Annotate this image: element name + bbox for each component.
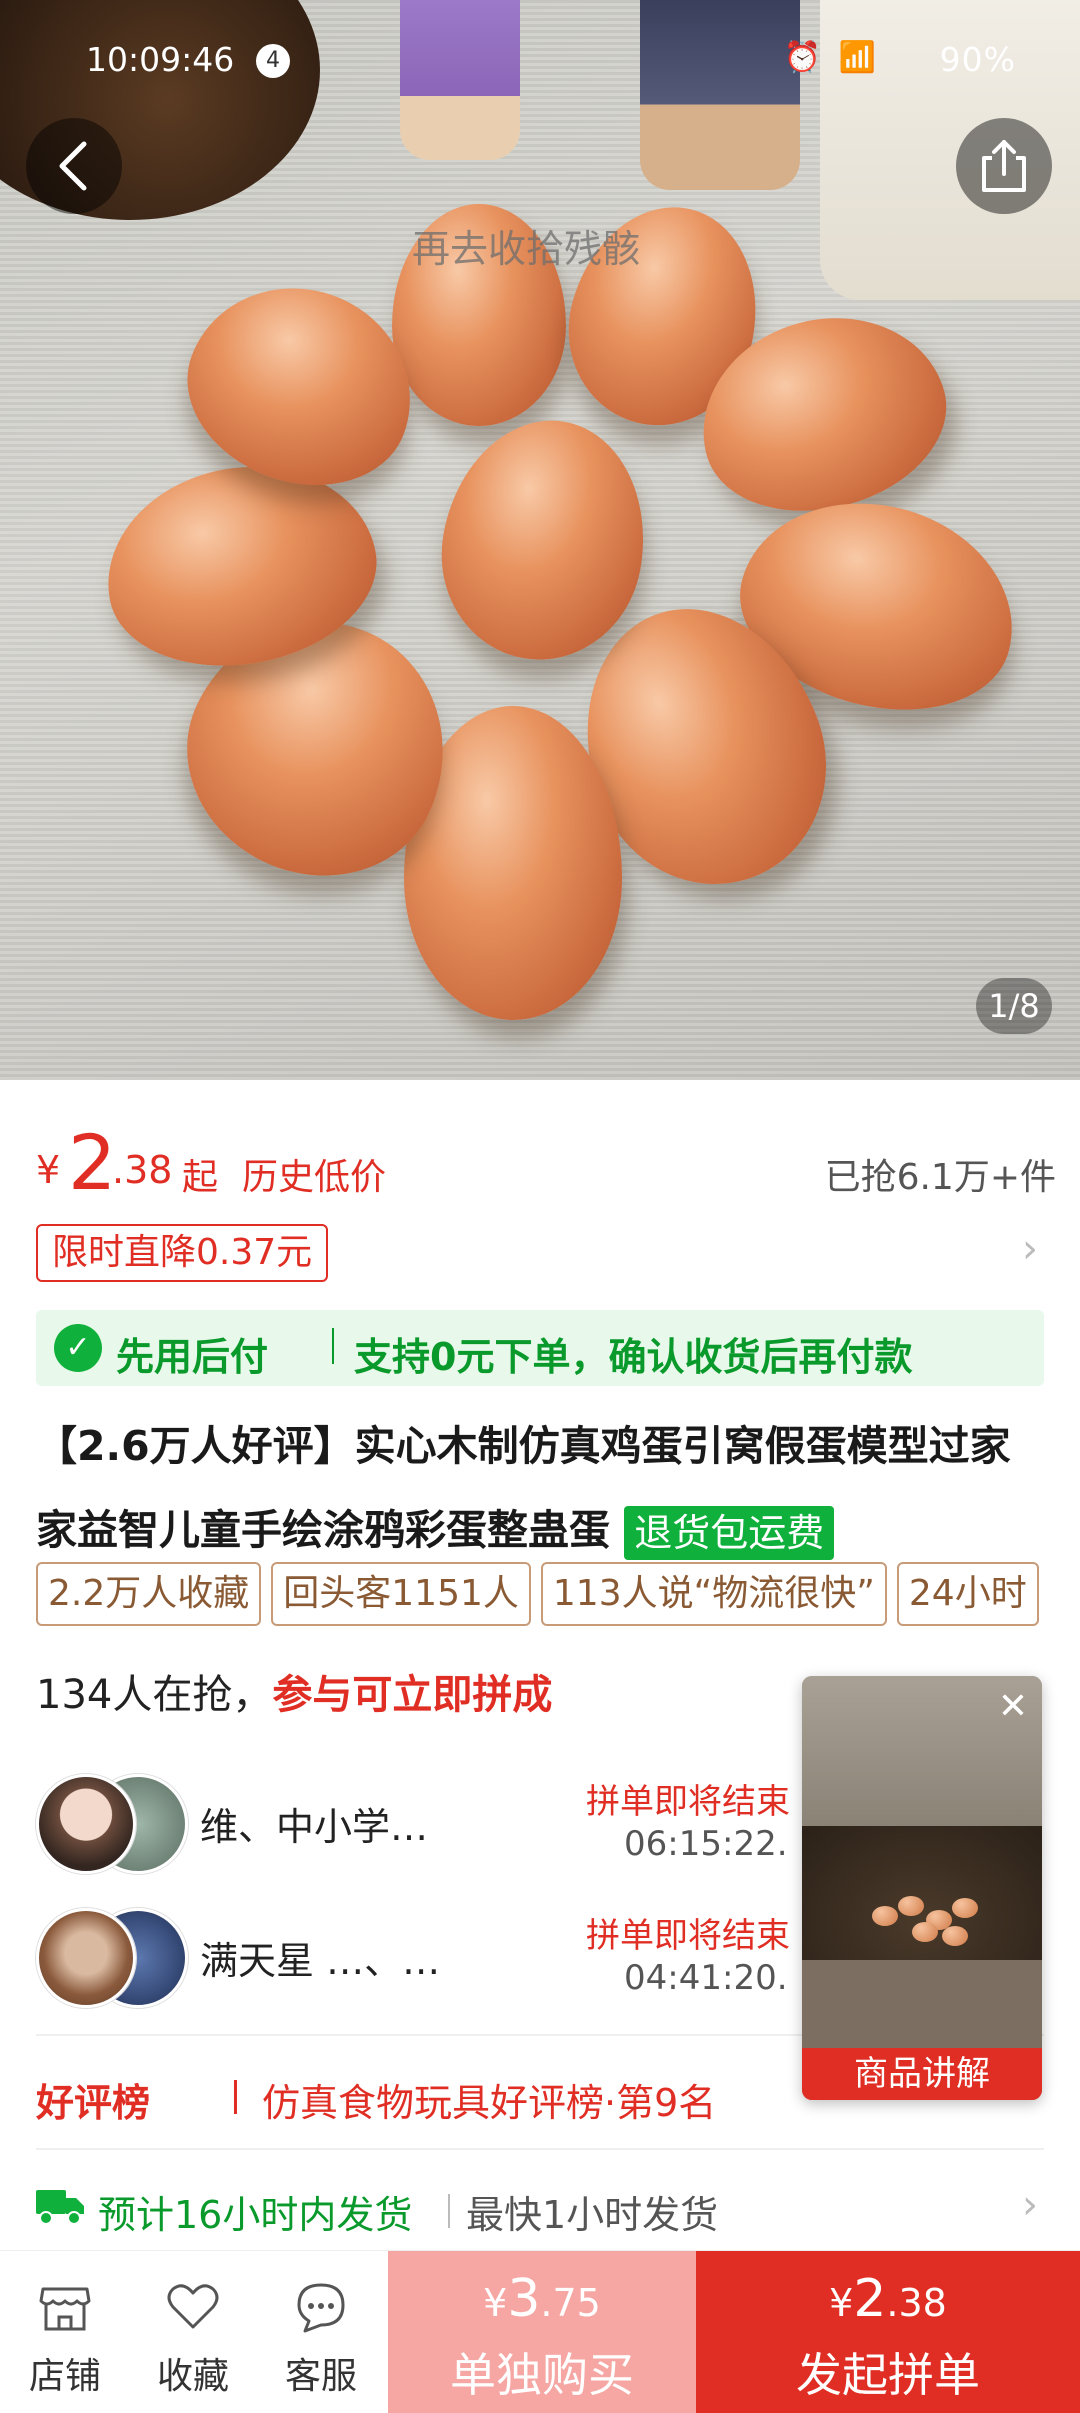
truck-icon: [36, 2190, 84, 2225]
product-title-text: 【2.6万人好评】实心木制仿真鸡蛋引窝假蛋模型过家家益智儿童手绘涂鸦彩蛋整蛊蛋: [36, 1422, 1011, 1554]
signal-icons: ⏰ 📶: [783, 40, 880, 75]
egg: [898, 1896, 924, 1916]
bottom-action-bar: 店铺 收藏 客服 ¥3.75 单独购买 ¥2.38 发起拼单: [0, 2250, 1080, 2413]
video-frame: [802, 1960, 1042, 2054]
price-currency: ¥: [36, 1148, 61, 1192]
tag-fast-shipping[interactable]: 113人说“物流很快”: [540, 1562, 887, 1626]
divider: [448, 2194, 450, 2228]
pay-later-banner[interactable]: ✓ 先用后付 支持0元下单，确认收货后再付款: [36, 1310, 1044, 1386]
favorite-button[interactable]: 收藏: [128, 2251, 258, 2413]
start-group-buy-label: 发起拼单: [796, 2348, 980, 2402]
chevron-right-icon[interactable]: ›: [1022, 2182, 1038, 2228]
return-shipping-badge: 退货包运费: [624, 1506, 835, 1560]
product-video-popup[interactable]: ✕ 商品讲解: [802, 1676, 1042, 2100]
group-status: 拼单即将结束: [586, 1782, 790, 1822]
store-label: 店铺: [28, 2356, 101, 2397]
product-image-carousel[interactable]: 再去收拾残骸 10:09:46 4 ⏰ 📶 90% 1/8: [0, 0, 1080, 1080]
group-buy-count: 134人在抢，: [36, 1672, 273, 1718]
shipping-estimate: 预计16小时内发货: [98, 2193, 413, 2237]
divider: [36, 2148, 1044, 2150]
divider: [234, 2080, 237, 2114]
shipping-row[interactable]: 预计16小时内发货 最快1小时发货: [36, 2180, 1046, 2237]
group-leader-name: 满天星 …、…: [200, 1939, 441, 1983]
heart-icon: [167, 2284, 219, 2329]
egg: [872, 1906, 898, 1926]
price-integer: 2: [68, 1118, 117, 1207]
currency-symbol: ¥: [829, 2281, 854, 2325]
image-watermark: 再去收拾残骸: [412, 227, 641, 271]
start-group-buy-button[interactable]: ¥2.38 发起拼单: [696, 2251, 1080, 2413]
avatar: [36, 1774, 136, 1874]
currency-symbol: ¥: [483, 2281, 508, 2325]
avatar: [36, 1908, 136, 2008]
store-button[interactable]: 店铺: [0, 2251, 130, 2413]
group-timer: 04:41:20.: [624, 1958, 788, 1998]
egg: [912, 1922, 938, 1942]
price-decimal: .38: [886, 2281, 947, 2325]
share-button[interactable]: [956, 118, 1052, 214]
tag-24h[interactable]: 24小时: [896, 1562, 1039, 1626]
group-buy-cta: 参与可立即拼成: [272, 1672, 553, 1718]
buy-alone-price: ¥3.75: [388, 2269, 696, 2329]
shipping-fastest: 最快1小时发货: [466, 2193, 719, 2237]
chevron-right-icon[interactable]: ›: [1022, 1226, 1038, 1272]
price-integer: 2: [853, 2269, 887, 2329]
notification-badge: 4: [256, 44, 290, 78]
buy-alone-button[interactable]: ¥3.75 单独购买: [388, 2251, 696, 2413]
group-timer: 06:15:22.: [624, 1824, 788, 1864]
group-buy-price: ¥2.38: [696, 2269, 1080, 2329]
chat-icon: [297, 2283, 345, 2333]
product-title: 【2.6万人好评】实心木制仿真鸡蛋引窝假蛋模型过家家益智儿童手绘涂鸦彩蛋整蛊蛋 …: [36, 1404, 1046, 1572]
share-icon: [982, 140, 1026, 192]
background-doll: [640, 0, 800, 190]
battery-level: 90%: [939, 40, 1016, 79]
tag-favorites[interactable]: 2.2万人收藏: [36, 1562, 262, 1626]
group-buy-header: 134人在抢，参与可立即拼成: [36, 1662, 552, 1720]
back-button[interactable]: [26, 118, 122, 214]
pay-later-label: 先用后付: [116, 1335, 269, 1379]
sold-count: 已抢6.1万+件: [824, 1157, 1056, 1198]
price-decimal: .38: [112, 1148, 173, 1192]
price-integer: 3: [507, 2269, 541, 2329]
history-low-label: 历史低价: [242, 1157, 387, 1198]
flash-sale-badge[interactable]: 限时直降0.37元: [36, 1224, 329, 1282]
tag-list: 2.2万人收藏 回头客1151人 113人说“物流很快” 24小时: [36, 1562, 1080, 1626]
pay-later-desc: 支持0元下单，确认收货后再付款: [354, 1335, 913, 1379]
pay-later-icon: ✓: [54, 1324, 102, 1372]
egg: [952, 1898, 978, 1918]
customer-service-button[interactable]: 客服: [256, 2251, 386, 2413]
price-suffix: 起: [182, 1157, 219, 1198]
image-counter: 1/8: [976, 978, 1052, 1034]
ranking-text: 仿真食物玩具好评榜·第9名: [262, 2081, 717, 2125]
customer-service-label: 客服: [284, 2356, 357, 2397]
video-caption: 商品讲解: [802, 2048, 1042, 2100]
status-time: 10:09:46: [86, 40, 235, 79]
favorite-label: 收藏: [156, 2356, 229, 2397]
divider: [332, 1328, 334, 1364]
buy-alone-label: 单独购买: [450, 2348, 634, 2402]
store-icon: [39, 2287, 91, 2331]
tag-repeat-customers[interactable]: 回头客1151人: [271, 1562, 531, 1626]
price-row: ¥ 2 .38 起 历史低价 已抢6.1万+件: [36, 1118, 1056, 1208]
ranking-label: 好评榜: [36, 2081, 151, 2125]
price-decimal: .75: [540, 2281, 601, 2325]
back-arrow-icon: [59, 141, 87, 191]
group-status: 拼单即将结束: [586, 1916, 790, 1956]
status-bar: 10:09:46 4 ⏰ 📶 90%: [0, 30, 1080, 94]
close-icon[interactable]: ✕: [998, 1686, 1028, 1727]
egg: [942, 1926, 968, 1946]
video-frame: [802, 1826, 1042, 1960]
group-leader-name: 维、中小学…: [200, 1805, 429, 1849]
